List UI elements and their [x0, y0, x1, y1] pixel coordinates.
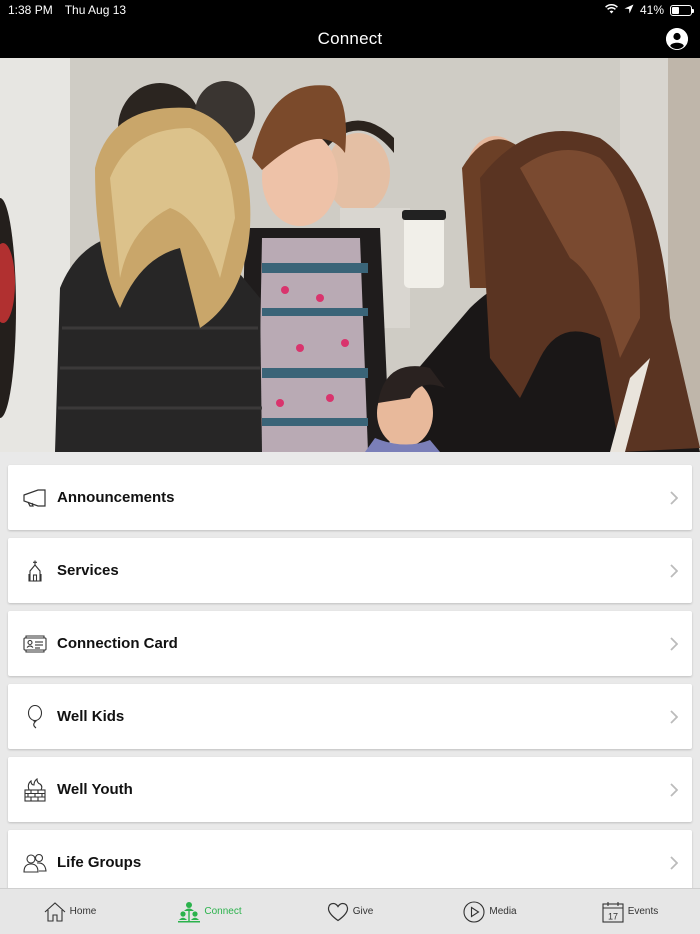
status-date: Thu Aug 13 — [64, 3, 127, 17]
status-bar: 1:38 PM Thu Aug 13 41% — [0, 0, 700, 20]
tab-label: Events — [627, 906, 659, 917]
menu-item-label: Announcements — [57, 489, 175, 506]
church-icon — [22, 558, 48, 584]
chevron-right-icon — [670, 491, 678, 505]
play-icon — [463, 900, 485, 923]
menu-item-label: Well Youth — [57, 781, 133, 798]
chevron-right-icon — [670, 564, 678, 578]
people-icon — [22, 850, 48, 876]
id-card-icon — [22, 631, 48, 657]
wifi-icon — [605, 3, 618, 17]
tab-connect[interactable]: Connect — [140, 901, 280, 923]
chevron-right-icon — [670, 710, 678, 724]
menu-item-well-kids[interactable]: Well Kids — [8, 684, 692, 749]
tab-bar: Home Connect Give Media 17 Events — [0, 888, 700, 934]
calendar-day: 17 — [608, 911, 618, 921]
nav-bar: Connect — [0, 20, 700, 58]
fire-icon — [22, 777, 48, 803]
home-icon — [44, 901, 66, 922]
balloon-icon — [22, 704, 48, 730]
location-icon — [624, 3, 634, 17]
chevron-right-icon — [670, 783, 678, 797]
menu-item-label: Services — [57, 562, 119, 579]
tab-label: Media — [489, 906, 517, 917]
battery-fill — [672, 6, 680, 14]
chevron-right-icon — [670, 637, 678, 651]
heart-icon — [327, 902, 348, 921]
battery-icon — [670, 4, 694, 16]
tab-label: Home — [69, 906, 97, 917]
status-time: 1:38 PM — [8, 3, 53, 17]
menu-item-connection-card[interactable]: Connection Card — [8, 611, 692, 676]
menu-item-label: Connection Card — [57, 635, 178, 652]
user-icon — [666, 28, 688, 50]
hero-photo — [0, 58, 700, 452]
menu-item-services[interactable]: Services — [8, 538, 692, 603]
menu-item-label: Well Kids — [57, 708, 125, 725]
connect-menu: Announcements Services Connection Card W… — [8, 465, 692, 895]
tab-media[interactable]: Media — [420, 900, 560, 923]
battery-percent: 41% — [639, 3, 664, 17]
calendar-icon: 17 — [602, 901, 624, 923]
tab-give[interactable]: Give — [280, 902, 420, 922]
tab-label: Connect — [204, 906, 242, 917]
chevron-right-icon — [670, 856, 678, 870]
menu-item-well-youth[interactable]: Well Youth — [8, 757, 692, 822]
connect-icon — [178, 901, 201, 922]
menu-item-announcements[interactable]: Announcements — [8, 465, 692, 530]
tab-home[interactable]: Home — [0, 901, 140, 922]
tab-label: Give — [352, 906, 374, 917]
megaphone-icon — [22, 485, 48, 511]
menu-item-label: Life Groups — [57, 854, 142, 871]
menu-item-life-groups[interactable]: Life Groups — [8, 830, 692, 895]
profile-button[interactable] — [666, 28, 688, 50]
tab-events[interactable]: 17 Events — [560, 901, 700, 923]
page-title: Connect — [317, 29, 383, 48]
